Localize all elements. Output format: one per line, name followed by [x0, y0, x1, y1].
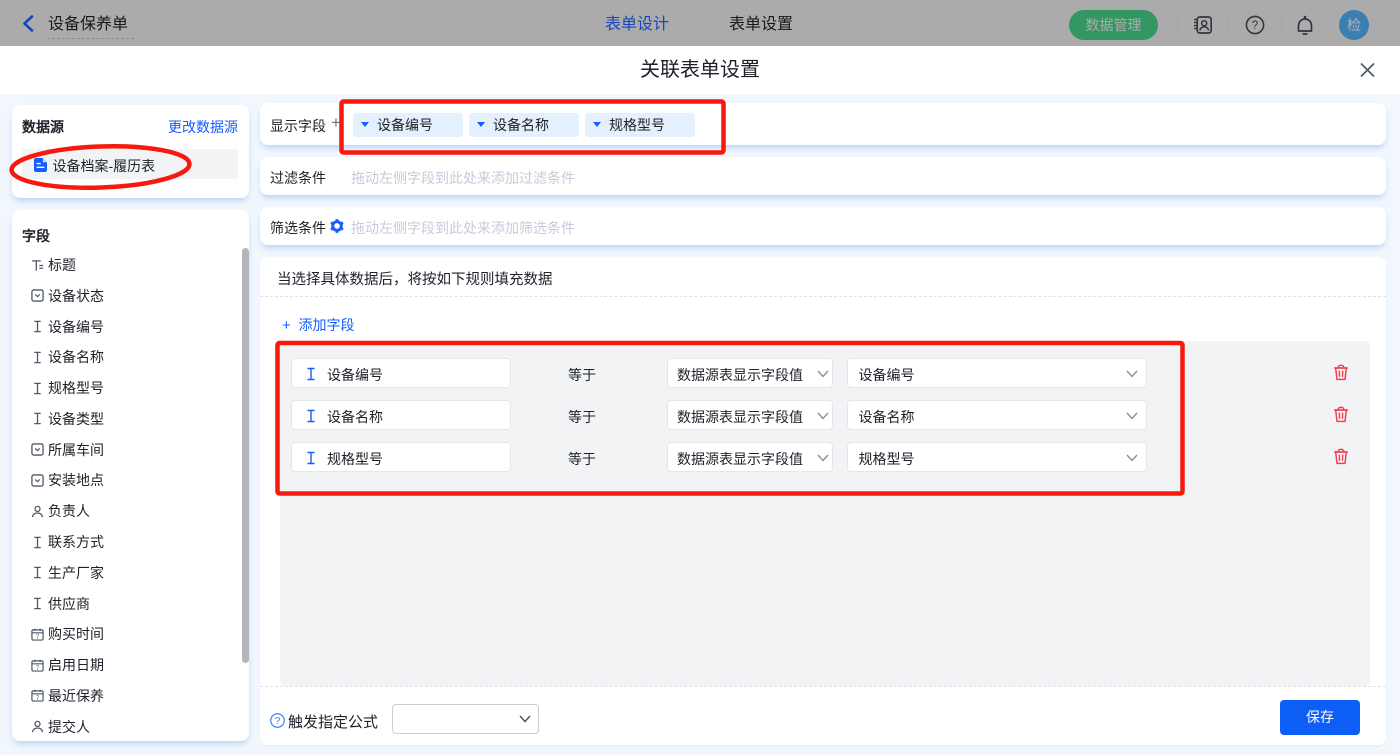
- svg-text:?: ?: [274, 716, 280, 727]
- svg-text:?: ?: [1252, 20, 1258, 32]
